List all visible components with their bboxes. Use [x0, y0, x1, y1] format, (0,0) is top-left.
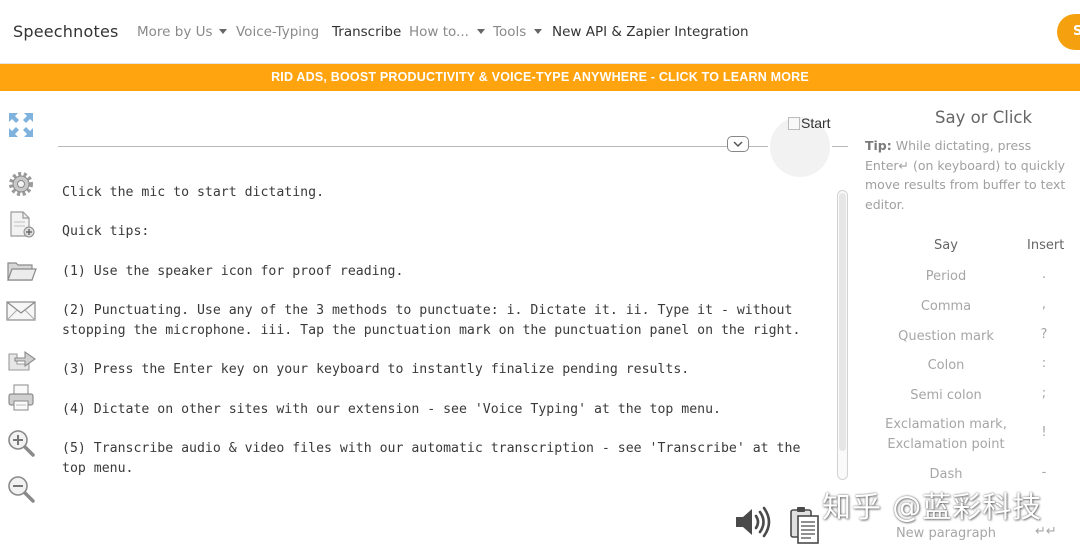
nav-voice-typing-label: Voice-Typing	[236, 24, 320, 40]
punctuation-insert: ;	[1041, 386, 1047, 401]
punctuation-insert: !	[1041, 425, 1047, 440]
editor-line: (3) Press the Enter key on your keyboard…	[62, 362, 690, 378]
top-navbar: Speechnotes More by Us Voice-Typing Tran…	[0, 0, 1080, 64]
punctuation-insert: ,	[1041, 297, 1047, 312]
text-editor[interactable]: Click the mic to start dictating. Quick …	[62, 183, 802, 478]
collapse-buffer-button[interactable]	[727, 136, 749, 152]
brand-logo[interactable]: Speechnotes	[13, 22, 119, 41]
mic-start-image[interactable]: Start	[788, 115, 831, 131]
punctuation-insert: :	[1041, 356, 1047, 371]
export-icon[interactable]	[5, 342, 37, 372]
punctuation-say: Colon	[927, 358, 965, 373]
nav-transcribe-label: Transcribe	[332, 24, 402, 40]
broken-image-icon	[788, 117, 800, 130]
zoom-out-icon[interactable]	[5, 474, 37, 504]
editor-scrollbar[interactable]	[837, 190, 848, 480]
punctuation-say: Exclamation mark, Exclamation point	[885, 417, 1007, 452]
caret-down-icon	[476, 28, 485, 34]
settings-gear-icon[interactable]	[5, 169, 37, 199]
punctuation-say: Period	[925, 269, 967, 284]
caret-down-icon	[218, 28, 227, 34]
signin-button[interactable]: S	[1057, 14, 1080, 50]
punctuation-insert: .	[1041, 267, 1047, 282]
tip-label: Tip:	[865, 138, 892, 153]
nav-tools[interactable]: Tools	[493, 24, 543, 40]
editor-line: (2) Punctuating. Use any of the 3 method…	[62, 303, 801, 338]
chevron-down-icon	[733, 141, 743, 148]
caret-down-icon	[534, 28, 543, 34]
nav-how-to[interactable]: How to...	[409, 24, 485, 40]
open-folder-icon[interactable]	[5, 256, 37, 286]
new-document-icon[interactable]	[5, 210, 37, 240]
copy-clipboard-icon[interactable]	[787, 505, 821, 545]
nav-new-api-label: New API & Zapier Integration	[552, 24, 749, 40]
nav-more-by-us-label: More by Us	[137, 24, 213, 40]
nav-transcribe[interactable]: Transcribe	[332, 24, 401, 40]
editor-top-divider	[58, 146, 768, 147]
punctuation-say: Question mark	[898, 329, 994, 344]
nav-voice-typing[interactable]: Voice-Typing	[236, 24, 319, 40]
nav-more-by-us[interactable]: More by Us	[137, 24, 227, 40]
tip-text: Tip: While dictating, press Enter↵ (on k…	[865, 136, 1077, 214]
editor-scroll-thumb[interactable]	[839, 193, 846, 451]
say-column-header: Say	[934, 238, 958, 253]
editor-line: (1) Use the speaker icon for proof readi…	[62, 263, 404, 279]
punctuation-say: Dash	[929, 467, 963, 482]
punctuation-say: Comma	[920, 299, 972, 314]
nav-tools-label: Tools	[493, 24, 527, 40]
print-icon[interactable]	[5, 383, 37, 413]
tip-body: While dictating, press Enter↵ (on keyboa…	[865, 138, 1066, 212]
speaker-icon[interactable]	[733, 503, 773, 541]
promo-banner[interactable]: RID ADS, BOOST PRODUCTIVITY & VOICE-TYPE…	[0, 64, 1080, 91]
zoom-in-icon[interactable]	[5, 428, 37, 458]
nav-new-api[interactable]: New API & Zapier Integration	[552, 24, 749, 40]
insert-column-header: Insert	[1027, 238, 1065, 253]
punctuation-say: Semi colon	[910, 388, 982, 403]
say-or-click-title: Say or Click	[935, 108, 1033, 127]
watermark-overlay: 知乎 @蓝彩科技	[822, 490, 1043, 524]
editor-line: Click the mic to start dictating.	[62, 185, 325, 200]
punctuation-insert: ↵↵	[1035, 524, 1057, 539]
punctuation-insert: ?	[1040, 327, 1048, 342]
editor-top-divider-right	[832, 146, 848, 147]
punctuation-say: New paragraph	[895, 526, 997, 541]
nav-how-to-label: How to...	[409, 24, 469, 40]
fullscreen-icon[interactable]	[5, 110, 37, 140]
editor-line: Quick tips:	[62, 224, 150, 240]
email-icon[interactable]	[5, 296, 37, 326]
mic-start-alt-text: Start	[801, 115, 831, 131]
editor-line: (5) Transcribe audio & video files with …	[62, 441, 801, 476]
editor-line: (4) Dictate on other sites with our exte…	[62, 401, 721, 417]
punctuation-insert: -	[1041, 465, 1047, 480]
